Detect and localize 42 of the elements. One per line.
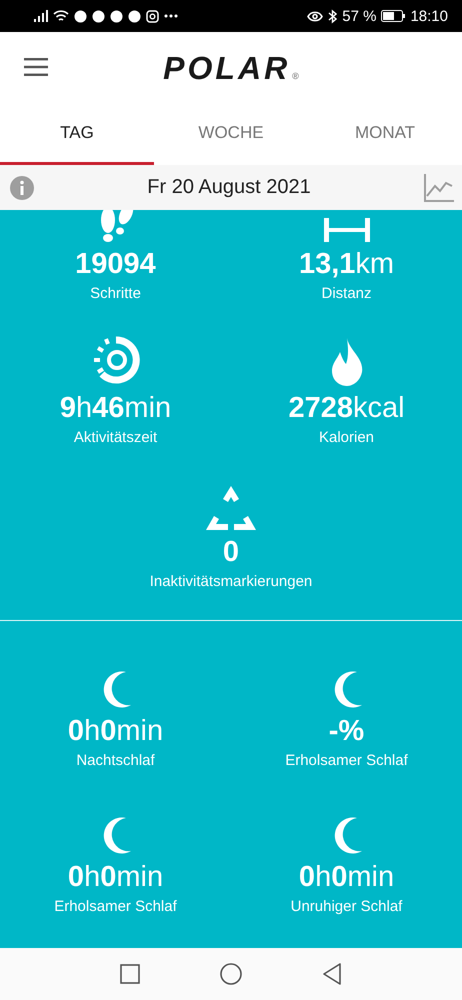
back-icon[interactable]: [322, 963, 342, 985]
registered-mark: ®: [292, 70, 299, 80]
signal-icon: [34, 10, 48, 22]
app-notification-icon: [110, 10, 123, 22]
metric-value: 0: [222, 536, 240, 569]
date: Fr 20 August 2021: [147, 176, 311, 199]
metric-value: 19094: [75, 248, 156, 281]
bluetooth-icon: [328, 8, 338, 24]
metric-value: 0h0min: [298, 861, 394, 894]
flame-icon: [330, 338, 364, 386]
more-icon: [164, 14, 178, 18]
metric-label: Kalorien: [318, 429, 374, 446]
clock: 18:10: [410, 8, 448, 24]
distance-icon: [324, 218, 370, 242]
app-notification-icon: [74, 10, 87, 22]
metric-value: -%: [328, 715, 364, 748]
camera-icon: [146, 10, 159, 22]
battery-percent: 57 %: [342, 8, 376, 24]
metric-label: Erholsamer Schlaf: [285, 752, 408, 769]
app-notification-icon: [128, 10, 141, 22]
info-icon[interactable]: [10, 176, 34, 200]
metric-label: Inaktivitätsmarkierungen: [150, 573, 312, 590]
eye-icon: [307, 10, 324, 22]
metric-label: Schritte: [90, 285, 141, 302]
metric-label: Distanz: [321, 285, 372, 302]
metric-value: 2728kcal: [288, 392, 405, 425]
menu-icon[interactable]: [24, 58, 48, 76]
metric-label: Nachtschlaf: [76, 752, 155, 769]
app-notification-icon: [92, 10, 105, 22]
metric-label: Aktivitätszeit: [74, 429, 158, 446]
metric-value: 0h0min: [68, 715, 164, 748]
logo: POLAR: [163, 50, 290, 86]
wifi-icon: [53, 10, 69, 22]
triangle-arrows-icon: [206, 486, 256, 530]
metric-value: 0h0min: [68, 861, 164, 894]
metric-value: 13,1km: [298, 248, 394, 281]
recent-apps-icon[interactable]: [120, 964, 140, 984]
battery-icon: [381, 10, 406, 22]
metric-value: 9h46min: [60, 392, 172, 425]
metric-label: Erholsamer Schlaf: [54, 898, 177, 915]
home-icon[interactable]: [220, 963, 242, 985]
metric-label: Unruhiger Schlaf: [290, 898, 402, 915]
